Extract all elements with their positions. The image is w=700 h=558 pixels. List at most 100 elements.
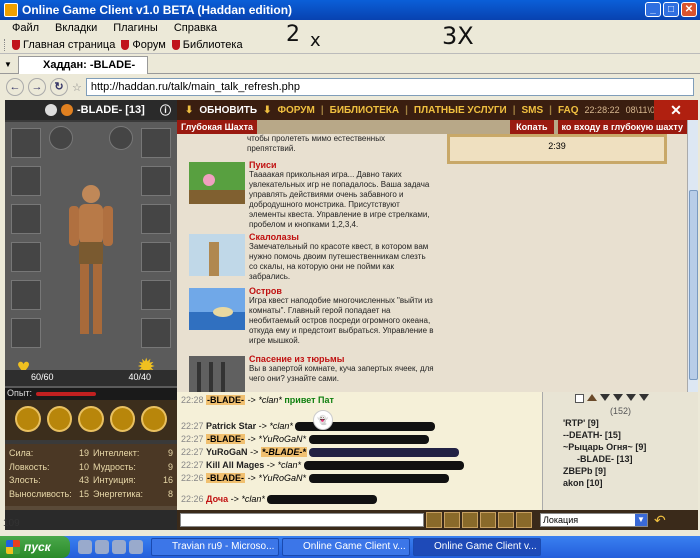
dig-button[interactable]: Копать (510, 120, 554, 134)
taskbar-item[interactable]: Travian ru9 - Microso... (151, 538, 279, 556)
online-user[interactable]: ~Рыцарь Огня~ [9] (543, 442, 698, 454)
minimize-button[interactable]: _ (645, 2, 661, 17)
sms-link[interactable]: SMS (522, 105, 544, 116)
tab-list-arrow-icon[interactable]: ▼ (4, 60, 12, 69)
refresh-icon[interactable]: ↻ (50, 78, 68, 96)
slot-belt[interactable] (11, 242, 41, 272)
sort-down-icon[interactable] (626, 394, 636, 401)
slot-bracers[interactable] (141, 280, 171, 310)
slot-helmet[interactable] (11, 128, 41, 158)
taskbar-item[interactable]: Online Game Client v... (413, 538, 541, 556)
fav-forum[interactable]: Форум (121, 39, 166, 51)
chat-sender[interactable]: Доча (206, 494, 228, 504)
taskbar-item[interactable]: Online Game Client v... (282, 538, 410, 556)
online-user[interactable]: 'RTP' [9] (543, 418, 698, 430)
online-user[interactable]: ZBEPb [9] (543, 466, 698, 478)
slot-ring-2[interactable] (141, 242, 171, 272)
chat-recipient[interactable]: *-BLADE-* (260, 447, 307, 457)
action-button-1[interactable] (15, 406, 41, 432)
slot-shield[interactable] (141, 166, 171, 196)
start-button[interactable]: пуск (0, 536, 70, 558)
undo-icon[interactable]: ↶ (654, 512, 666, 529)
smiley-button[interactable] (426, 512, 442, 528)
chat-recipient[interactable]: *YuRoGaN* (258, 473, 306, 483)
menu-file[interactable]: Файл (12, 22, 39, 34)
slot-weapon[interactable] (11, 166, 41, 196)
character-name[interactable]: -BLADE- [13] (77, 104, 145, 116)
game-thumbnail[interactable] (189, 234, 245, 276)
library-link[interactable]: БИБЛИОТЕКА (330, 105, 399, 116)
game-thumbnail[interactable] (189, 356, 245, 392)
slot-earring[interactable] (49, 126, 73, 150)
chat-recipient[interactable]: *clan* (241, 494, 265, 504)
game-thumbnail[interactable] (189, 288, 245, 330)
quicklaunch-icon[interactable] (112, 540, 126, 554)
action-button-2[interactable] (46, 406, 73, 432)
chat-recipient[interactable]: *clan* (278, 460, 302, 470)
game-title[interactable]: Остров (249, 286, 435, 296)
paid-services-link[interactable]: ПЛАТНЫЕ УСЛУГИ (414, 105, 507, 116)
chat-recipient[interactable]: *clan* (258, 395, 282, 405)
quicklaunch-icon[interactable] (129, 540, 143, 554)
online-user[interactable]: --DEATH- [15] (543, 430, 698, 442)
slot-ring-1[interactable] (141, 204, 171, 234)
online-user[interactable]: -BLADE- [13] (543, 454, 698, 466)
menu-plugins[interactable]: Плагины (113, 22, 158, 34)
settings-button[interactable] (516, 512, 532, 528)
fav-home[interactable]: Главная страница (12, 39, 115, 51)
filter-checkbox[interactable] (575, 394, 584, 403)
forum-link[interactable]: ФОРУМ (277, 105, 314, 116)
chat-sender[interactable]: YuRoGaN (206, 447, 248, 457)
filter-button[interactable] (480, 512, 496, 528)
back-arrow-icon[interactable]: ← (6, 78, 24, 96)
refresh-link[interactable]: ОБНОВИТЬ (199, 105, 257, 116)
slot-amulet[interactable] (141, 128, 171, 158)
close-button[interactable]: ✕ (681, 2, 697, 17)
url-input[interactable]: http://haddan.ru/talk/main_talk_refresh.… (85, 78, 694, 96)
chat-sender[interactable]: Patrick Star (206, 421, 256, 431)
chat-recipient[interactable]: *YuRoGaN* (258, 434, 306, 444)
private-button[interactable] (498, 512, 514, 528)
game-thumbnail[interactable] (189, 162, 245, 204)
chat-input[interactable] (180, 513, 424, 527)
chat-sender[interactable]: -BLADE- (206, 434, 246, 444)
game-title[interactable]: Пуиси (249, 160, 435, 170)
chat-sender[interactable]: -BLADE- (206, 395, 246, 405)
quicklaunch-icon[interactable] (78, 540, 92, 554)
chat-sender[interactable]: Kill All Mages (206, 460, 264, 470)
quicklaunch-icon[interactable] (95, 540, 109, 554)
game-title[interactable]: Спасение из тюрьмы (249, 354, 435, 364)
faq-link[interactable]: FAQ (558, 105, 579, 116)
scrollbar-thumb[interactable] (689, 190, 698, 380)
slot-necklace[interactable] (109, 126, 133, 150)
content-scrollbar[interactable] (687, 120, 698, 392)
sort-down-icon[interactable] (639, 394, 649, 401)
menu-help[interactable]: Справка (174, 22, 217, 34)
tab-haddan[interactable]: Хаддан: -BLADE- (18, 56, 148, 74)
maximize-button[interactable]: □ (663, 2, 679, 17)
location-select[interactable]: Локация ▼ (540, 513, 648, 527)
slot-boots[interactable] (11, 318, 41, 348)
go-to-mine-link[interactable]: ко входу в глубокую шахту (557, 120, 687, 134)
slot-gloves[interactable] (11, 280, 41, 310)
clear-button[interactable] (444, 512, 460, 528)
fav-library[interactable]: Библиотека (171, 39, 243, 51)
action-button-4[interactable] (109, 406, 136, 432)
forward-arrow-icon[interactable]: → (28, 78, 46, 96)
menu-tabs[interactable]: Вкладки (55, 22, 97, 34)
chat-sender[interactable]: -BLADE- (206, 473, 246, 483)
slot-legs[interactable] (141, 318, 171, 348)
sort-down-icon[interactable] (613, 394, 623, 401)
online-user[interactable]: akon [10] (543, 478, 698, 490)
star-icon[interactable]: ☆ (72, 81, 82, 94)
game-title[interactable]: Скалолазы (249, 232, 435, 242)
chat-recipient[interactable]: *clan* (269, 421, 293, 431)
translit-button[interactable] (462, 512, 478, 528)
sort-down-icon[interactable] (600, 394, 610, 401)
info-icon[interactable]: ⓘ (160, 102, 171, 118)
action-button-5[interactable] (141, 406, 167, 432)
slot-armor[interactable] (11, 204, 41, 234)
game-close-icon[interactable]: ✕ (654, 100, 698, 120)
sort-up-icon[interactable] (587, 394, 597, 401)
action-button-3[interactable] (78, 406, 104, 432)
